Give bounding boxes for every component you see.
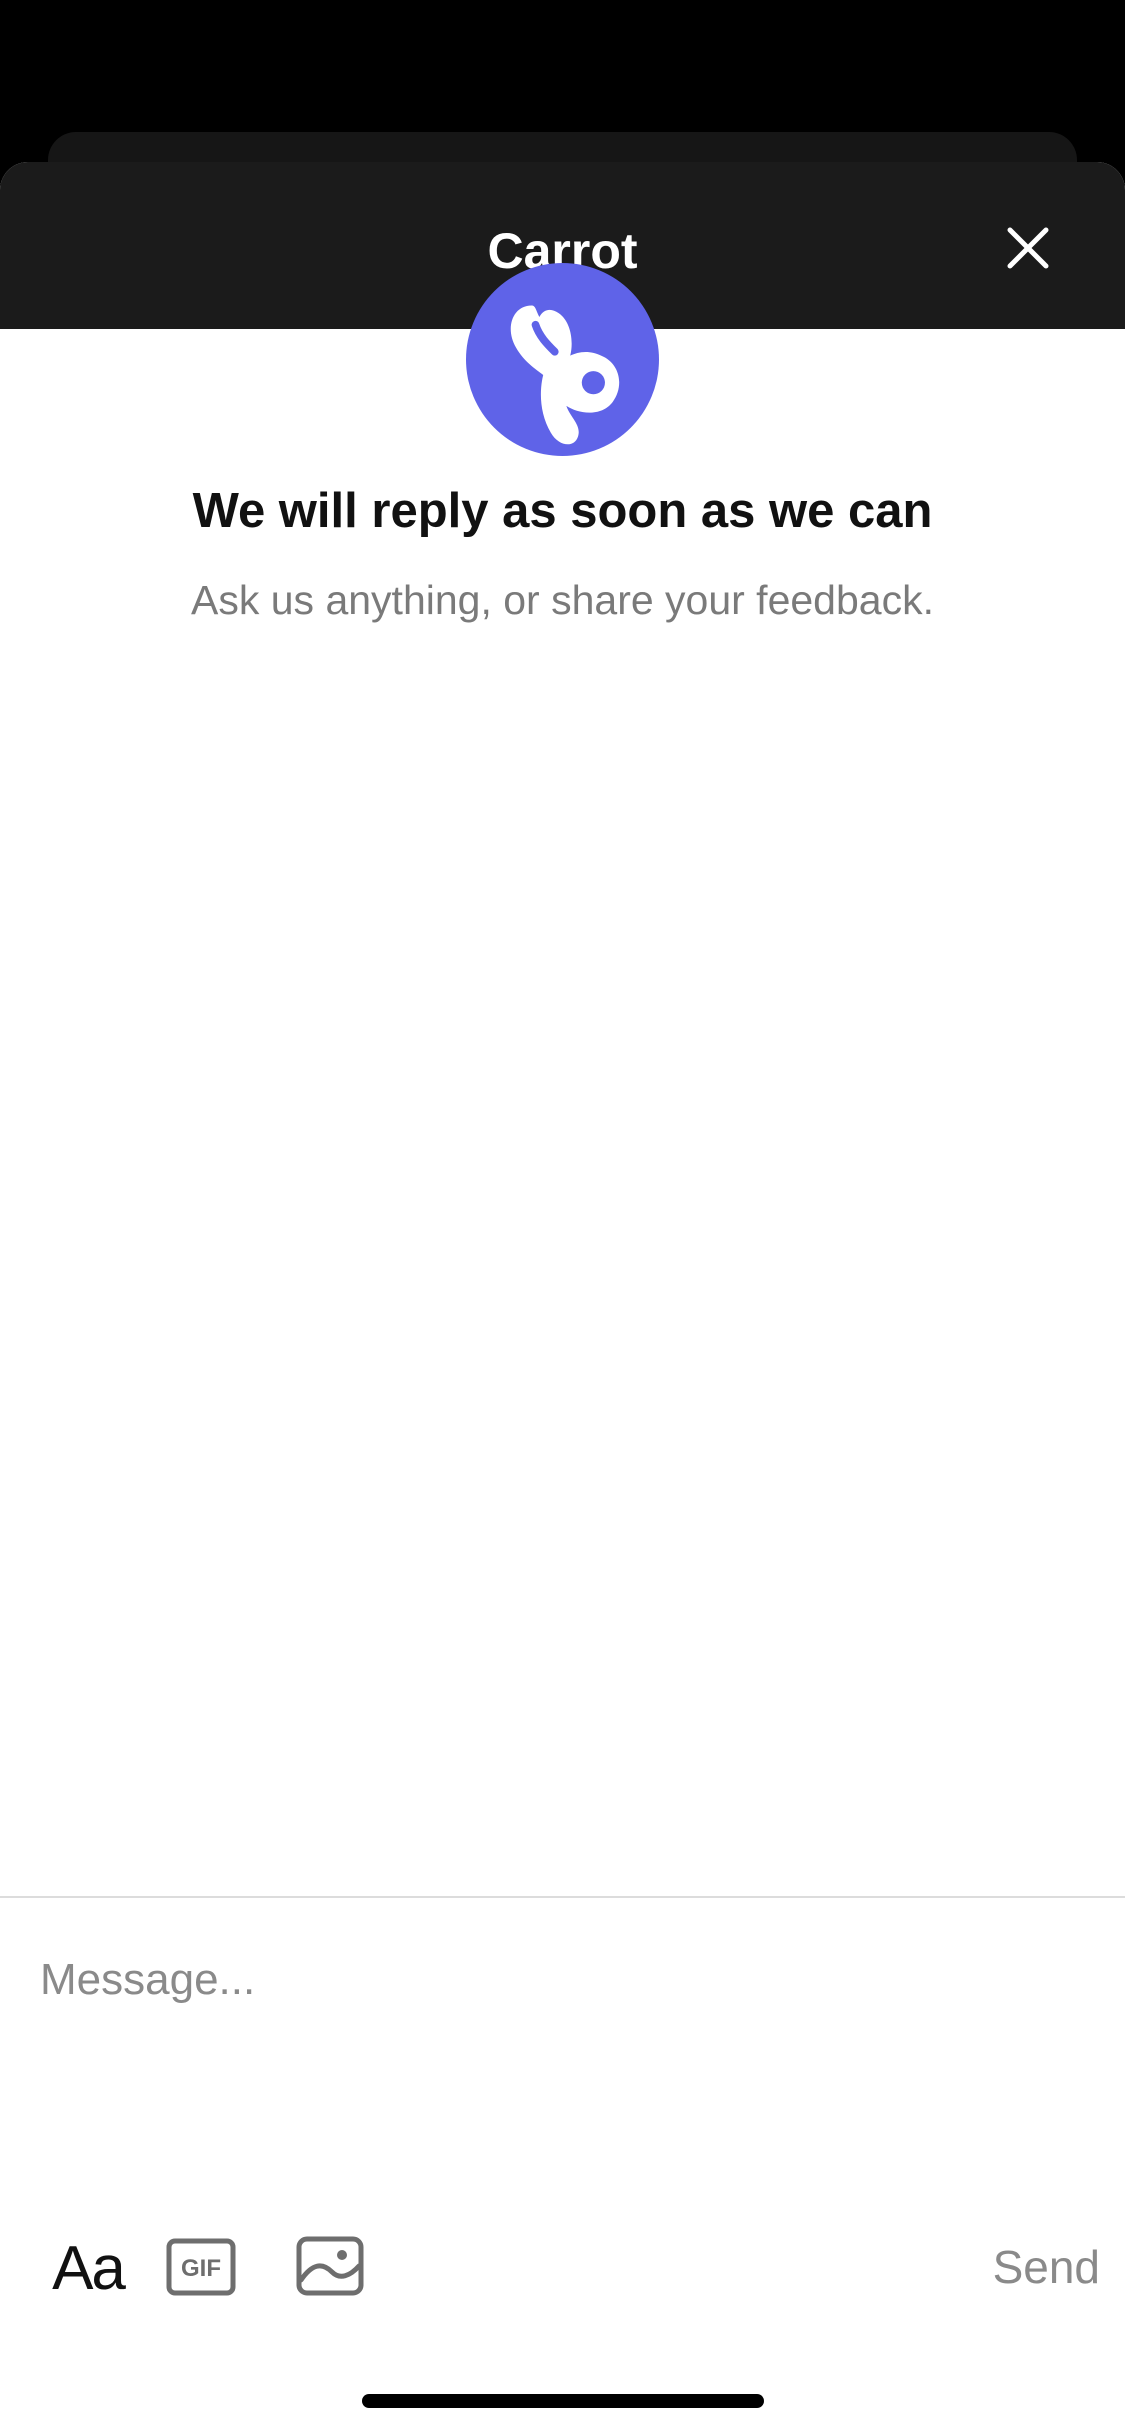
close-button[interactable]	[992, 212, 1064, 284]
composer-divider	[0, 1896, 1125, 1898]
welcome-subline: Ask us anything, or share your feedback.	[191, 577, 934, 623]
home-indicator[interactable]	[362, 2394, 764, 2408]
image-icon	[296, 2236, 364, 2296]
gif-button[interactable]: GIF	[166, 2238, 236, 2296]
carrot-logo-icon	[466, 263, 659, 456]
send-button[interactable]: Send	[960, 2236, 1100, 2298]
gif-icon: GIF	[166, 2238, 236, 2296]
message-input[interactable]	[40, 1940, 1080, 2020]
text-format-button[interactable]: Aa	[28, 2230, 148, 2306]
gif-icon-label: GIF	[181, 2255, 221, 2282]
welcome-headline: We will reply as soon as we can	[192, 484, 933, 538]
image-button[interactable]	[296, 2236, 364, 2296]
close-icon	[1007, 227, 1049, 269]
